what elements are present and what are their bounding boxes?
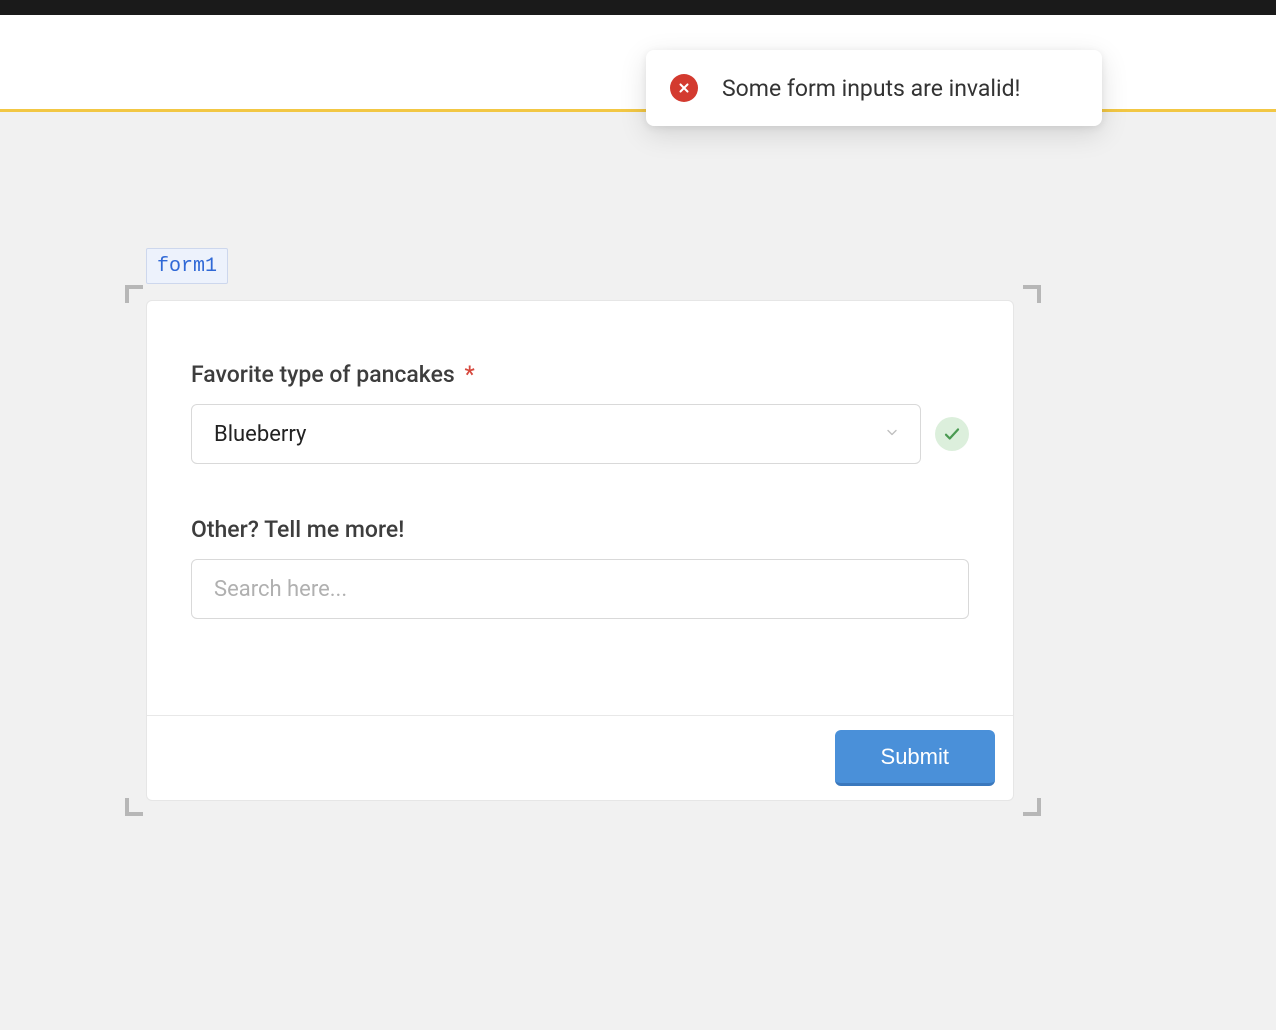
selection-corner-icon <box>1023 285 1041 303</box>
required-asterisk-icon: * <box>464 361 474 388</box>
submit-button[interactable]: Submit <box>835 730 995 786</box>
field-label: Favorite type of pancakes * <box>191 361 969 388</box>
error-toast-message: Some form inputs are invalid! <box>722 75 1020 102</box>
error-x-icon <box>670 74 698 102</box>
valid-check-icon <box>935 417 969 451</box>
form-name-badge[interactable]: form1 <box>146 248 228 284</box>
selection-corner-icon <box>125 285 143 303</box>
error-toast: Some form inputs are invalid! <box>646 50 1102 126</box>
form-panel: Favorite type of pancakes * Blueberry <box>146 300 1014 801</box>
field-label-text: Favorite type of pancakes <box>191 361 455 388</box>
field-label: Other? Tell me more! <box>191 516 969 543</box>
field-label-text: Other? Tell me more! <box>191 516 404 543</box>
field-pancakes: Favorite type of pancakes * Blueberry <box>191 361 969 464</box>
window-topbar <box>0 0 1276 15</box>
field-other: Other? Tell me more! <box>191 516 969 619</box>
chevron-down-icon <box>884 422 900 447</box>
selection-corner-icon <box>1023 798 1041 816</box>
form-footer: Submit <box>147 715 1013 800</box>
form-canvas: form1 Favorite type of pancakes * Bluebe… <box>128 300 1038 801</box>
other-input[interactable] <box>191 559 969 619</box>
select-value: Blueberry <box>214 422 306 447</box>
pancakes-select[interactable]: Blueberry <box>191 404 921 464</box>
selection-corner-icon <box>125 798 143 816</box>
